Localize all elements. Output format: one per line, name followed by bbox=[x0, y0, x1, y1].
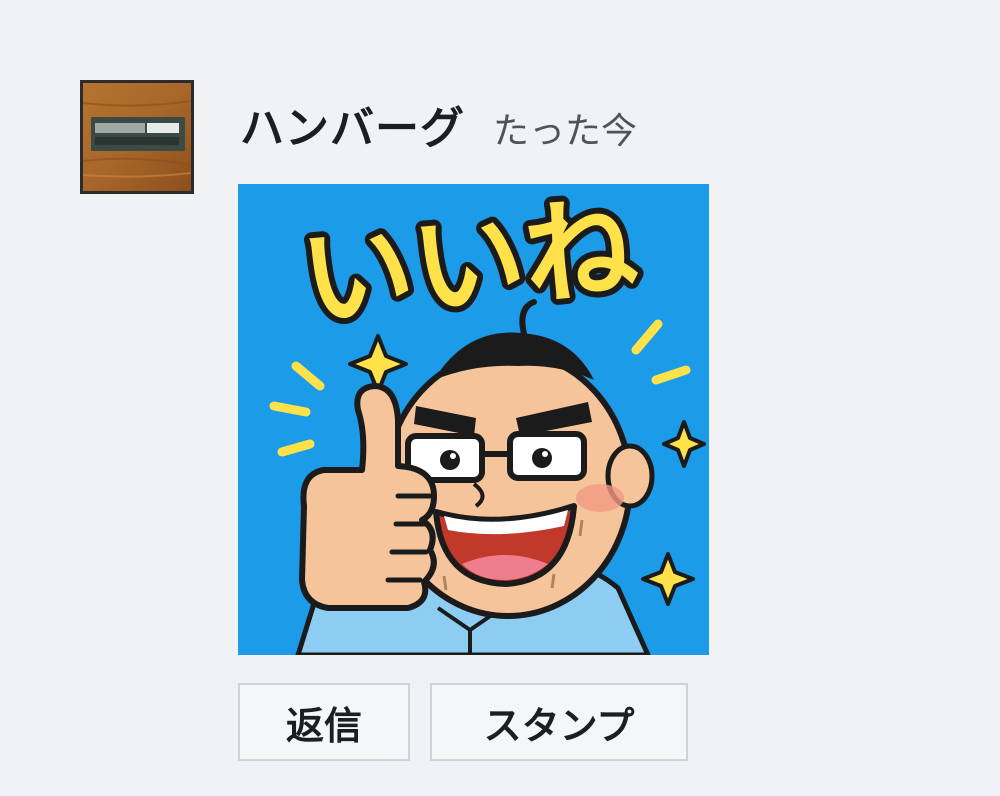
stamp-button[interactable]: スタンプ bbox=[430, 683, 688, 761]
avatar-image bbox=[83, 83, 191, 191]
post-actions: 返信 スタンプ bbox=[238, 683, 688, 761]
author-name[interactable]: ハンバーグ bbox=[240, 92, 465, 156]
timestamp: たった今 bbox=[493, 111, 638, 152]
avatar[interactable] bbox=[80, 80, 194, 194]
thumbs-up-sticker: いいね bbox=[238, 184, 709, 655]
comment-post: ハンバーグ たった今 いいね 返信 スタンプ bbox=[80, 80, 780, 770]
post-header: ハンバーグ たった今 bbox=[240, 92, 638, 154]
reply-button[interactable]: 返信 bbox=[238, 683, 410, 761]
